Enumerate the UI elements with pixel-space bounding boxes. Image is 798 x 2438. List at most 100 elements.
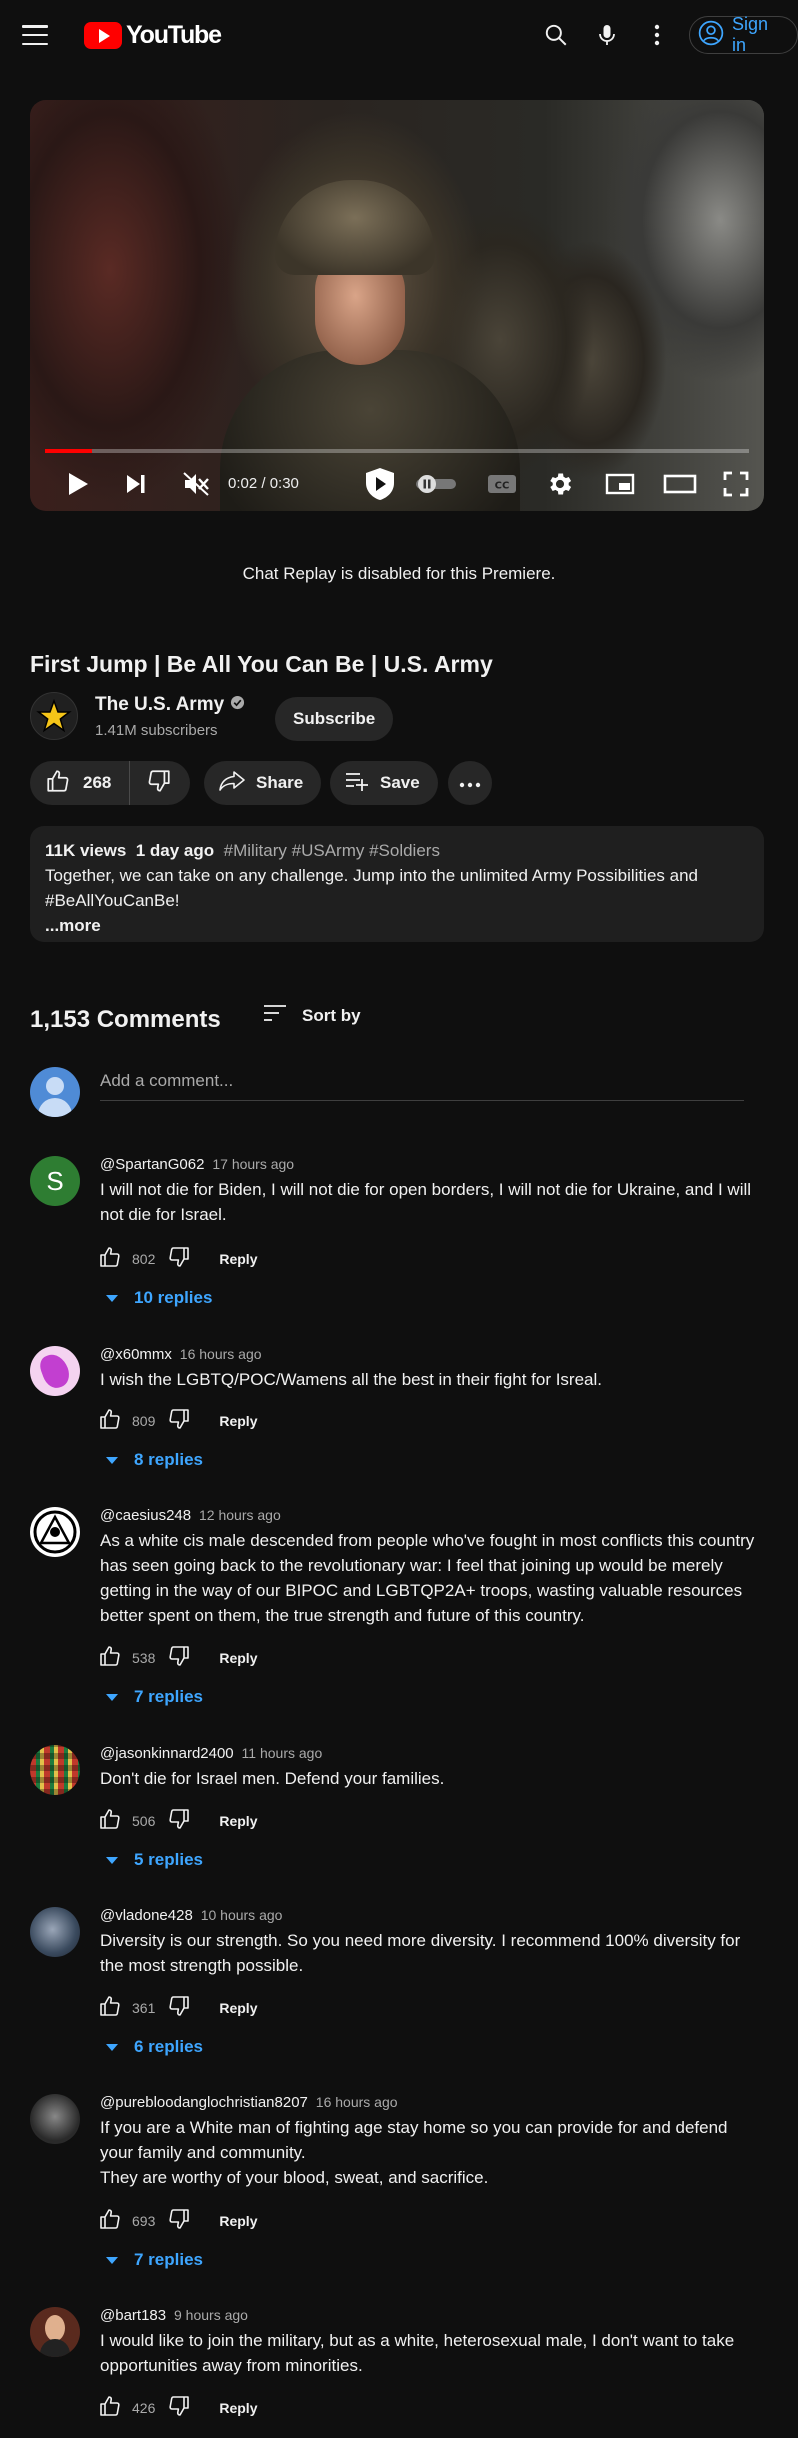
comment-text: I will not die for Biden, I will not die… xyxy=(100,1180,752,1224)
replies-count: 8 replies xyxy=(134,1450,203,1469)
comment-time[interactable]: 17 hours ago xyxy=(212,1156,294,1172)
hashtags[interactable]: #Military #USArmy #Soldiers xyxy=(224,841,440,860)
comment-time[interactable]: 16 hours ago xyxy=(180,1346,262,1362)
comment-author[interactable]: @purebloodanglochristian8207 xyxy=(100,2094,308,2111)
comment-reply-button[interactable]: Reply xyxy=(219,2000,257,2016)
comment-actions: 538 Reply xyxy=(98,1643,257,1673)
comment-like-button[interactable]: 538 xyxy=(98,1644,167,1673)
comment-like-count: 361 xyxy=(132,2000,156,2016)
thumbs-down-icon xyxy=(167,1644,191,1673)
add-comment-input[interactable]: Add a comment... xyxy=(100,1071,744,1101)
view-replies-button[interactable]: 7 replies xyxy=(106,1687,203,1707)
view-replies-button[interactable]: 7 replies xyxy=(106,2250,203,2270)
more-vert-icon[interactable] xyxy=(641,19,673,51)
comment-author[interactable]: @vladone428 xyxy=(100,1907,193,1924)
comment-time[interactable]: 9 hours ago xyxy=(174,2307,248,2323)
playlist-add-icon xyxy=(344,769,370,798)
comment-like-button[interactable]: 802 xyxy=(98,1245,167,1274)
youtube-logo[interactable]: YouTube xyxy=(84,21,222,50)
sort-by-label: Sort by xyxy=(302,1005,361,1025)
view-replies-button[interactable]: 5 replies xyxy=(106,1850,203,1870)
comment-like-button[interactable]: 693 xyxy=(98,2207,167,2236)
save-button[interactable]: Save xyxy=(330,761,438,805)
dislike-button[interactable] xyxy=(130,761,190,805)
comment-time[interactable]: 11 hours ago xyxy=(242,1745,323,1761)
play-icon[interactable] xyxy=(58,466,98,502)
verified-icon xyxy=(230,694,245,716)
search-icon[interactable] xyxy=(540,19,572,51)
comment-reply-button[interactable]: Reply xyxy=(219,1650,257,1666)
commenter-avatar[interactable] xyxy=(30,2307,80,2357)
comment-reply-button[interactable]: Reply xyxy=(219,1813,257,1829)
mic-icon[interactable] xyxy=(591,19,623,51)
sort-by-button[interactable]: Sort by xyxy=(262,1002,361,1029)
commenter-avatar[interactable] xyxy=(30,1507,80,1557)
comment-time[interactable]: 16 hours ago xyxy=(316,2094,398,2110)
theater-icon[interactable] xyxy=(658,466,702,502)
comment-reply-button[interactable]: Reply xyxy=(219,2400,257,2416)
commenter-avatar[interactable] xyxy=(30,2094,80,2144)
commenter-avatar[interactable] xyxy=(30,1745,80,1795)
comment-author[interactable]: @x60mmx xyxy=(100,1346,172,1363)
channel-avatar[interactable] xyxy=(30,692,78,740)
fullscreen-icon[interactable] xyxy=(716,466,756,502)
comment-like-button[interactable]: 361 xyxy=(98,1994,167,2023)
sign-in-button[interactable]: Sign in xyxy=(689,14,798,55)
description-box[interactable]: 11K views 1 day ago #Military #USArmy #S… xyxy=(30,826,764,942)
comment-dislike-button[interactable] xyxy=(167,1994,191,2023)
comment-text: As a white cis male descended from peopl… xyxy=(100,1531,755,1625)
comment-author[interactable]: @bart183 xyxy=(100,2307,166,2324)
comment-author[interactable]: @jasonkinnard2400 xyxy=(100,1745,234,1762)
subscribe-button[interactable]: Subscribe xyxy=(275,697,394,741)
commenter-avatar[interactable] xyxy=(30,1907,80,1957)
thumbs-up-icon xyxy=(98,1994,122,2023)
view-replies-button[interactable]: 6 replies xyxy=(106,2037,203,2057)
settings-icon[interactable] xyxy=(540,466,580,502)
comment-time[interactable]: 10 hours ago xyxy=(201,1907,283,1923)
comments-count: 1,153 Comments xyxy=(30,1006,221,1033)
like-button[interactable]: 268 xyxy=(30,761,131,805)
show-more-button[interactable]: ...more xyxy=(45,913,749,938)
comment-dislike-button[interactable] xyxy=(167,2394,191,2423)
comment-reply-button[interactable]: Reply xyxy=(219,1413,257,1429)
comment-dislike-button[interactable] xyxy=(167,1245,191,1274)
chevron-down-icon xyxy=(106,2256,118,2264)
description-meta: 11K views 1 day ago #Military #USArmy #S… xyxy=(45,838,749,863)
comment-author[interactable]: @caesius248 xyxy=(100,1507,191,1524)
more-actions-button[interactable] xyxy=(448,761,492,805)
comment-author[interactable]: @SpartanG062 xyxy=(100,1156,204,1173)
thumbs-up-icon xyxy=(98,1245,122,1274)
captions-icon[interactable]: CC xyxy=(482,466,522,502)
comment-like-button[interactable]: 506 xyxy=(98,1807,167,1836)
premium-shield-icon[interactable] xyxy=(358,466,402,502)
comment-dislike-button[interactable] xyxy=(167,1807,191,1836)
comment-dislike-button[interactable] xyxy=(167,1644,191,1673)
comment-like-button[interactable]: 426 xyxy=(98,2394,167,2423)
commenter-avatar[interactable]: S xyxy=(30,1156,80,1206)
comment-reply-button[interactable]: Reply xyxy=(219,1251,257,1267)
comment-dislike-button[interactable] xyxy=(167,2207,191,2236)
player-controls: 0:02 / 0:30 CC xyxy=(30,462,764,506)
comment-like-count: 802 xyxy=(132,1251,156,1267)
menu-icon[interactable] xyxy=(20,23,50,47)
comment-like-button[interactable]: 809 xyxy=(98,1407,167,1436)
next-icon[interactable] xyxy=(116,466,156,502)
logo-text: YouTube xyxy=(126,21,222,49)
comment-time[interactable]: 12 hours ago xyxy=(199,1507,281,1523)
commenter-avatar[interactable] xyxy=(30,1346,80,1396)
channel-name[interactable]: The U.S. Army xyxy=(95,694,245,716)
more-horiz-icon xyxy=(459,773,481,793)
miniplayer-icon[interactable] xyxy=(600,466,640,502)
share-button[interactable]: Share xyxy=(204,761,322,805)
comment-reply-button[interactable]: Reply xyxy=(219,2213,257,2229)
video-player[interactable]: 0:02 / 0:30 CC xyxy=(30,100,764,511)
autoplay-toggle[interactable] xyxy=(412,466,460,502)
thumbs-down-icon xyxy=(146,768,172,799)
progress-bar[interactable] xyxy=(45,449,749,453)
comment-like-count: 426 xyxy=(132,2400,156,2416)
view-replies-button[interactable]: 8 replies xyxy=(106,1450,203,1470)
thumbs-up-icon xyxy=(98,1807,122,1836)
mute-icon[interactable] xyxy=(176,466,216,502)
comment-dislike-button[interactable] xyxy=(167,1407,191,1436)
view-replies-button[interactable]: 10 replies xyxy=(106,1288,212,1308)
